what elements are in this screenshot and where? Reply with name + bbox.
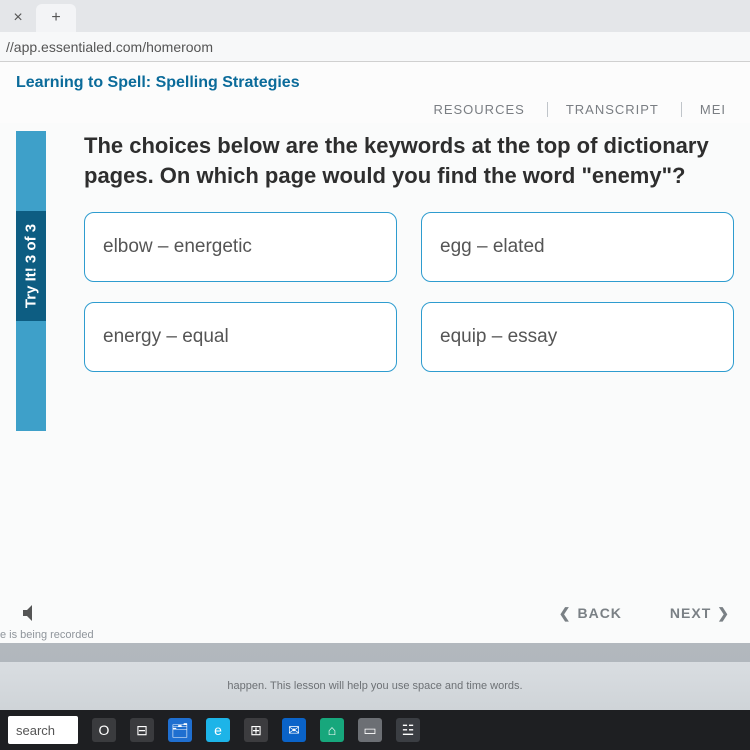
menu-link[interactable]: MEI [681,102,726,117]
next-label: NEXT [670,605,711,621]
tab-close-button[interactable]: × [4,4,32,32]
chevron-right-icon: ❯ [717,605,730,622]
app-icon[interactable]: ▭ [358,718,382,742]
choice-option[interactable]: elbow – energetic [84,212,397,282]
app-icon[interactable]: ⌂ [320,718,344,742]
back-label: BACK [577,605,621,621]
resources-link[interactable]: RESOURCES [433,102,524,117]
taskbar: search O ⊟ 🗂 e ⊞ ✉ ⌂ ▭ ☳ [0,710,750,750]
chevron-left-icon: ❮ [559,605,572,622]
lesson-title: Learning to Spell: Spelling Strategies [16,74,734,92]
transcript-link[interactable]: TRANSCRIPT [547,102,659,117]
choice-option[interactable]: egg – elated [421,212,734,282]
lesson-tools: RESOURCES TRANSCRIPT MEI [16,92,734,123]
progress-sidebar: Try It! 3 of 3 [16,131,46,431]
nav-row: ❮ BACK NEXT ❯ [0,601,750,625]
mail-icon[interactable]: ✉ [282,718,306,742]
background-lesson-peek: happen. This lesson will help you use sp… [0,662,750,710]
next-button[interactable]: NEXT ❯ [670,605,730,622]
content-area: Try It! 3 of 3 The choices below are the… [0,123,750,643]
browser-tabstrip: × + [0,0,750,32]
recording-note: e is being recorded [0,629,94,641]
peek-text: happen. This lesson will help you use sp… [227,680,522,692]
choice-option[interactable]: energy – equal [84,302,397,372]
taskview-icon[interactable]: ⊟ [130,718,154,742]
url-text: //app.essentialed.com/homeroom [6,39,213,55]
app-icon[interactable]: ☳ [396,718,420,742]
screen: × + //app.essentialed.com/homeroom Learn… [0,0,750,750]
question-text: The choices below are the keywords at th… [70,123,738,212]
taskbar-search[interactable]: search [8,716,78,744]
new-tab-button[interactable]: + [36,4,76,32]
cortana-icon[interactable]: O [92,718,116,742]
back-button[interactable]: ❮ BACK [559,605,622,622]
choice-option[interactable]: equip – essay [421,302,734,372]
address-bar[interactable]: //app.essentialed.com/homeroom [0,32,750,62]
store-icon[interactable]: ⊞ [244,718,268,742]
lesson-header: Learning to Spell: Spelling Strategies R… [0,62,750,123]
explorer-icon[interactable]: 🗂 [168,718,192,742]
choices-grid: elbow – energetic egg – elated energy – … [70,212,738,372]
progress-label: Try It! 3 of 3 [23,224,40,308]
speaker-icon[interactable] [20,601,44,625]
edge-icon[interactable]: e [206,718,230,742]
